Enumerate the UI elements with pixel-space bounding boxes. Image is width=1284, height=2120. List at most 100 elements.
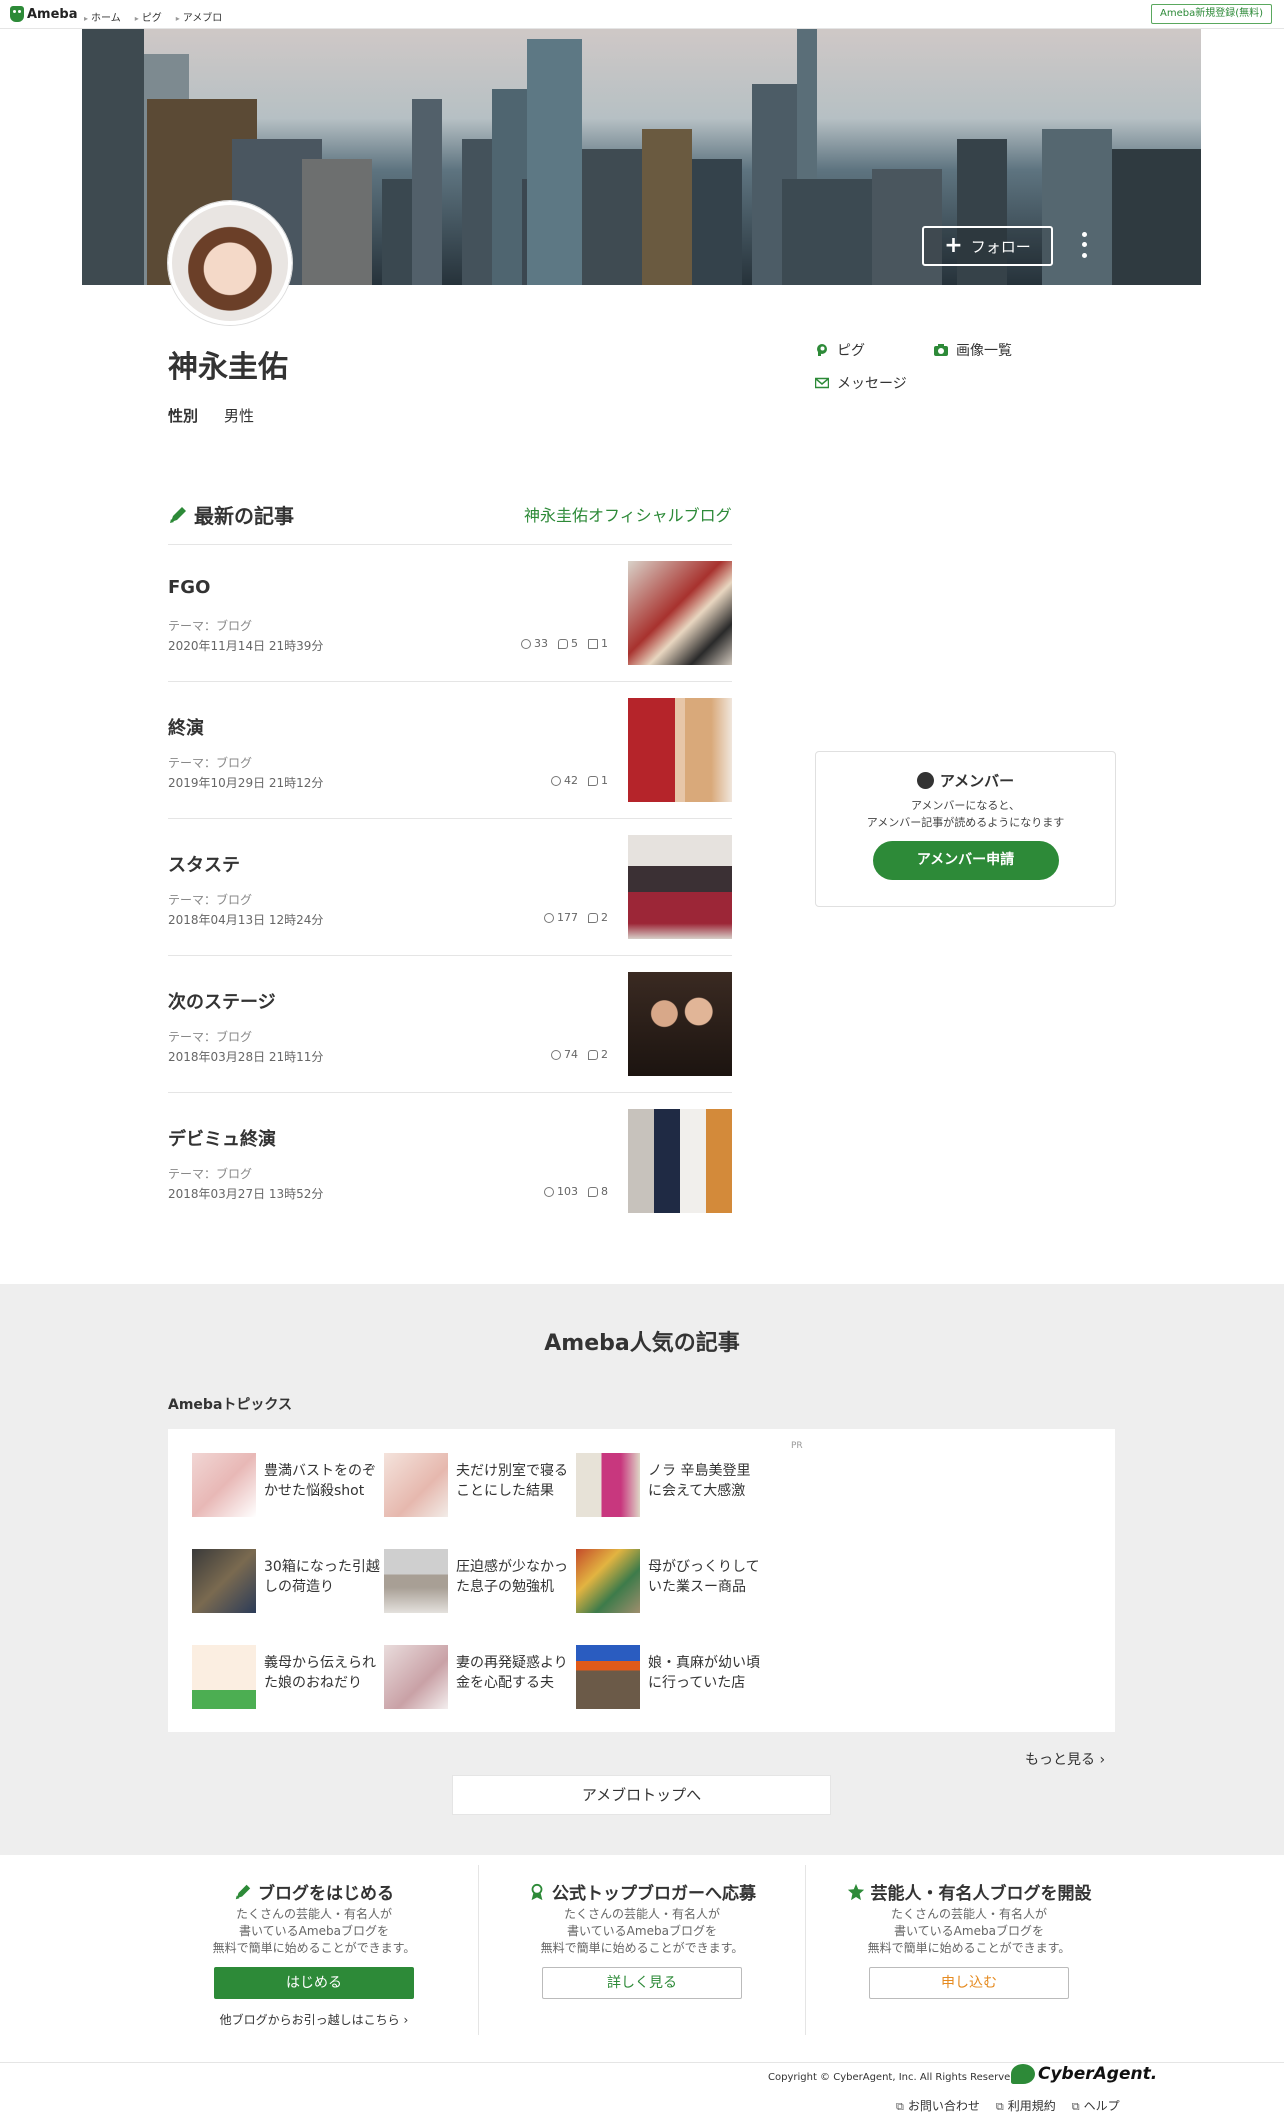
topic-item[interactable]: 妻の再発疑惑より金を心配する夫 [384, 1645, 572, 1709]
article-thumbnail[interactable] [628, 1109, 732, 1213]
article-item[interactable]: スタステ テーマ：ブログ 2018年04月13日 12時24分 177 2 [168, 818, 732, 955]
follow-button[interactable]: + フォロー [922, 226, 1053, 266]
article-item[interactable]: FGO テーマ：ブログ 2020年11月14日 21時39分 33 5 1 [168, 544, 732, 681]
ameba-logo-text: Ameba [27, 6, 78, 22]
terms-link[interactable]: 利用規約 [996, 2097, 1056, 2114]
ameba-logo-icon [10, 6, 24, 22]
celebrity-blog-heading: 芸能人・有名人ブログを開設 [806, 1879, 1132, 1904]
message-link[interactable]: メッセージ [815, 373, 907, 393]
article-theme[interactable]: テーマ：ブログ [168, 1165, 252, 1182]
article-thumbnail[interactable] [628, 561, 732, 665]
topic-thumbnail [576, 1453, 640, 1517]
popular-title: Ameba人気の記事 [544, 1331, 740, 1356]
start-blog-title: ブログをはじめる [258, 1884, 394, 1904]
article-title[interactable]: 次のステージ [168, 988, 276, 1014]
ameblo-top-button[interactable]: アメブロトップへ [452, 1775, 831, 1815]
topic-item[interactable]: 母がびっくりしていた業スー商品 [576, 1549, 764, 1613]
article-title[interactable]: デビミュ終演 [168, 1125, 276, 1151]
pigg-link-label: ピグ [837, 343, 865, 359]
article-theme[interactable]: テーマ：ブログ [168, 891, 252, 908]
like-count: 177 [544, 911, 578, 924]
breadcrumb-pigg[interactable]: ピグ [135, 9, 162, 24]
article-list: FGO テーマ：ブログ 2020年11月14日 21時39分 33 5 1 終演… [168, 544, 732, 1229]
breadcrumb-home[interactable]: ホーム [84, 9, 121, 24]
topic-item[interactable]: 娘・真麻が幼い頃に行っていた店 [576, 1645, 764, 1709]
pencil-icon [235, 1884, 251, 1899]
article-theme[interactable]: テーマ：ブログ [168, 617, 252, 634]
topics-box: PR 豊満バストをのぞかせた悩殺shot 夫だけ別室で寝ることにした結果 ノラ … [168, 1429, 1115, 1732]
top-blogger-desc: たくさんの芸能人・有名人が 書いているAmebaブログを 無料で簡単に始めること… [479, 1906, 805, 1957]
celebrity-blog-column: 芸能人・有名人ブログを開設 たくさんの芸能人・有名人が 書いているAmebaブロ… [806, 1865, 1132, 1999]
pr-label: PR [791, 1441, 803, 1451]
celebrity-blog-title: 芸能人・有名人ブログを開設 [870, 1884, 1092, 1904]
apply-button[interactable]: 申し込む [869, 1967, 1069, 1999]
details-button[interactable]: 詳しく見る [542, 1967, 742, 1999]
contact-link[interactable]: お問い合わせ [896, 2097, 980, 2114]
more-options-icon[interactable] [1078, 229, 1090, 261]
breadcrumb-ameblo[interactable]: アメブロ [176, 9, 223, 24]
comment-count: 2 [588, 1048, 608, 1061]
article-item[interactable]: 次のステージ テーマ：ブログ 2018年03月28日 21時11分 74 2 [168, 955, 732, 1092]
start-blog-desc: たくさんの芸能人・有名人が 書いているAmebaブログを 無料で簡単に始めること… [151, 1906, 477, 1957]
article-title[interactable]: FGO [168, 577, 210, 598]
article-title[interactable]: 終演 [168, 714, 204, 740]
article-item[interactable]: 終演 テーマ：ブログ 2019年10月29日 21時12分 42 1 [168, 681, 732, 818]
envelope-icon [815, 377, 829, 389]
latest-articles-title: 最新の記事 [194, 504, 294, 528]
article-theme[interactable]: テーマ：ブログ [168, 1028, 252, 1045]
topic-text: ノラ 辛島美登里に会えて大感激 [648, 1463, 751, 1499]
register-button[interactable]: Ameba新規登録(無料) [1150, 4, 1272, 24]
top-bar: Ameba ホーム ピグ アメブロ Ameba新規登録(無料) [0, 0, 1284, 29]
pigg-link[interactable]: ピグ [815, 340, 865, 360]
topic-item[interactable]: 30箱になった引越しの荷造り [192, 1549, 380, 1613]
article-thumbnail[interactable] [628, 698, 732, 802]
start-blog-button[interactable]: はじめる [214, 1967, 414, 1999]
official-blog-link[interactable]: 神永圭佑オフィシャルブログ [524, 502, 732, 526]
desc-line: たくさんの芸能人・有名人が [235, 1907, 392, 1921]
comment-count: 8 [588, 1185, 608, 1198]
desc-line: 無料で簡単に始めることができます。 [867, 1941, 1071, 1955]
article-title[interactable]: スタステ [168, 851, 240, 877]
article-item[interactable]: デビミュ終演 テーマ：ブログ 2018年03月27日 13時52分 103 8 [168, 1092, 732, 1229]
topic-thumbnail [192, 1549, 256, 1613]
topic-text: 豊満バストをのぞかせた悩殺shot [264, 1463, 376, 1499]
topic-text: 娘・真麻が幼い頃に行っていた店 [648, 1655, 760, 1691]
popular-section: Ameba人気の記事 Amebaトピックス PR 豊満バストをのぞかせた悩殺sh… [0, 1284, 1284, 1855]
desc-line: 無料で簡単に始めることができます。 [540, 1941, 744, 1955]
chevron-right-icon: › [403, 2013, 409, 2027]
like-icon [544, 1186, 554, 1197]
more-link[interactable]: もっと見る › [1025, 1749, 1105, 1769]
cyberagent-logo[interactable]: CyberAgent. [1011, 2064, 1157, 2084]
topic-thumbnail [384, 1645, 448, 1709]
article-stats: 74 2 [551, 1048, 608, 1061]
amember-desc-line: アメンバー記事が読めるようになります [866, 816, 1065, 829]
cyberagent-logo-text: CyberAgent. [1038, 2064, 1158, 2084]
comment-icon [558, 638, 568, 649]
article-thumbnail[interactable] [628, 972, 732, 1076]
amember-heading: アメンバー [816, 770, 1115, 791]
desc-line: 書いているAmebaブログを [567, 1924, 717, 1938]
help-link[interactable]: ヘルプ [1072, 2097, 1120, 2114]
topic-item[interactable]: 圧迫感が少なかった息子の勉強机 [384, 1549, 572, 1613]
desc-line: 書いているAmebaブログを [894, 1924, 1044, 1938]
footer-links: お問い合わせ 利用規約 ヘルプ [896, 2097, 1120, 2114]
article-thumbnail[interactable] [628, 835, 732, 939]
topic-item[interactable]: 義母から伝えられた娘のおねだり [192, 1645, 380, 1709]
amember-icon [916, 772, 934, 789]
pigg-icon [817, 344, 827, 356]
article-date: 2019年10月29日 21時12分 [168, 776, 324, 790]
amember-apply-button[interactable]: アメンバー申請 [872, 841, 1059, 880]
images-link[interactable]: 画像一覧 [934, 340, 1012, 360]
topic-item[interactable]: 夫だけ別室で寝ることにした結果 [384, 1453, 572, 1517]
migrate-link[interactable]: 他ブログからお引っ越しはこちら › [151, 2011, 477, 2028]
article-stats: 42 1 [551, 774, 608, 787]
gender-label: 性別 [168, 407, 199, 425]
ameba-logo[interactable]: Ameba [10, 6, 78, 22]
award-icon [531, 1883, 543, 1900]
topic-item[interactable]: ノラ 辛島美登里に会えて大感激 [576, 1453, 764, 1517]
article-theme[interactable]: テーマ：ブログ [168, 754, 252, 771]
topic-item[interactable]: 豊満バストをのぞかせた悩殺shot [192, 1453, 380, 1517]
comment-count: 5 [558, 637, 578, 650]
topic-thumbnail [576, 1645, 640, 1709]
follow-label: フォロー [970, 237, 1031, 256]
